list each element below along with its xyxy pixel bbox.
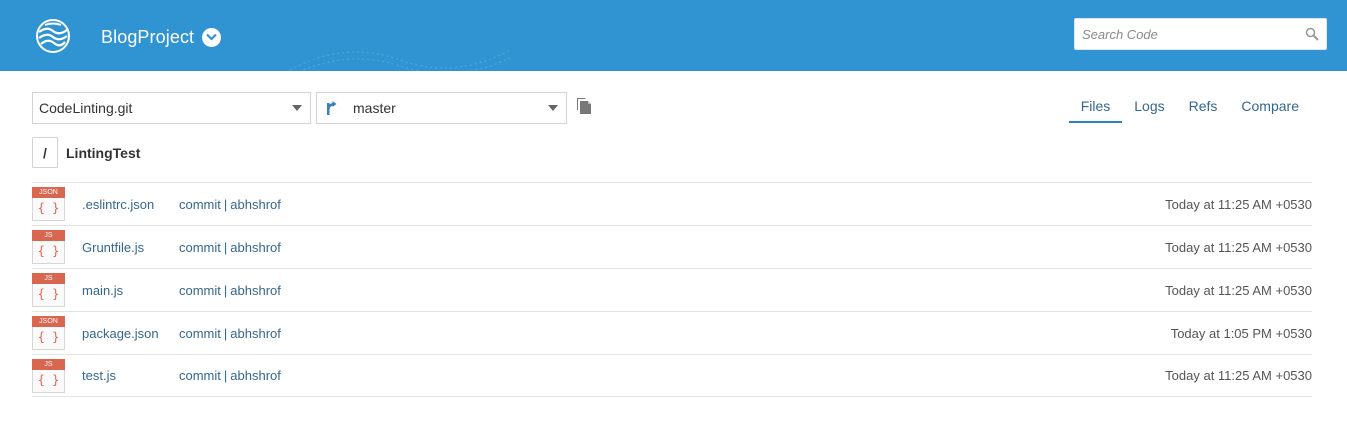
file-row: JSON { } package.json commit | abhshrof To… [32, 311, 1312, 354]
file-row: JS { } main.js commit | abhshrof Today at … [32, 268, 1312, 311]
author-link[interactable]: abhshrof [230, 326, 281, 341]
git-branch-icon [327, 101, 337, 115]
globe-logo-icon[interactable] [35, 18, 71, 54]
file-name-link[interactable]: test.js [82, 368, 116, 383]
branch-select[interactable]: master [316, 92, 567, 124]
file-row: JS { } Gruntfile.js commit | abhshrof Toda… [32, 225, 1312, 268]
breadcrumb-root[interactable]: / [32, 137, 58, 168]
file-name-link[interactable]: Gruntfile.js [82, 240, 144, 255]
commit-link[interactable]: commit [179, 197, 221, 212]
js-file-icon: JS { } [32, 273, 65, 307]
file-name-link[interactable]: package.json [82, 326, 159, 341]
commit-time: Today at 11:25 AM +0530 [1165, 196, 1312, 212]
search-box [1074, 18, 1327, 50]
project-switcher[interactable]: BlogProject [101, 23, 222, 51]
commit-time: Today at 11:25 AM +0530 [1165, 239, 1312, 255]
commit-info: commit | abhshrof [179, 368, 281, 383]
file-row: JS { } test.js commit | abhshrof Today at … [32, 354, 1312, 397]
commit-info: commit | abhshrof [179, 196, 281, 212]
tab-files[interactable]: Files [1068, 96, 1123, 123]
json-file-icon: JSON { } [32, 316, 65, 350]
commit-time: Today at 11:25 AM +0530 [1165, 368, 1312, 383]
js-file-icon: JS { } [32, 359, 65, 393]
search-code-input[interactable] [1075, 19, 1295, 49]
file-name-link[interactable]: .eslintrc.json [82, 197, 154, 212]
commit-link[interactable]: commit [179, 283, 221, 298]
caret-down-icon [548, 105, 558, 111]
commit-info: commit | abhshrof [179, 282, 281, 298]
author-link[interactable]: abhshrof [230, 197, 281, 212]
breadcrumb-folder: LintingTest [66, 144, 141, 161]
repository-value: CodeLinting.git [39, 100, 133, 116]
author-link[interactable]: abhshrof [230, 368, 281, 383]
file-list: JSON { } .eslintrc.json commit | abhshrof … [32, 182, 1312, 397]
breadcrumb: / LintingTest [32, 137, 140, 168]
tab-refs[interactable]: Refs [1177, 96, 1230, 123]
author-link[interactable]: abhshrof [230, 283, 281, 298]
js-file-icon: JS { } [32, 230, 65, 264]
json-file-icon: JSON { } [32, 187, 65, 221]
caret-down-icon [292, 105, 302, 111]
copy-icon[interactable] [576, 97, 592, 115]
commit-link[interactable]: commit [179, 240, 221, 255]
commit-link[interactable]: commit [179, 326, 221, 341]
commit-link[interactable]: commit [179, 368, 221, 383]
repository-select[interactable]: CodeLinting.git [32, 92, 311, 124]
view-tabs: Files Logs Refs Compare [1068, 96, 1311, 124]
branch-value: master [353, 100, 396, 116]
commit-info: commit | abhshrof [179, 239, 281, 255]
tab-compare[interactable]: Compare [1229, 96, 1311, 123]
magnifier-icon[interactable] [1305, 27, 1319, 41]
project-name: BlogProject [101, 26, 195, 47]
author-link[interactable]: abhshrof [230, 240, 281, 255]
file-name-link[interactable]: main.js [82, 283, 123, 298]
file-row: JSON { } .eslintrc.json commit | abhshrof … [32, 182, 1312, 225]
top-bar: BlogProject [0, 0, 1347, 71]
chevron-down-circle-icon[interactable] [202, 27, 222, 47]
commit-time: Today at 11:25 AM +0530 [1165, 282, 1312, 298]
header-decoration [290, 49, 510, 71]
tab-logs[interactable]: Logs [1122, 96, 1176, 123]
commit-time: Today at 1:05 PM +0530 [1170, 325, 1312, 341]
commit-info: commit | abhshrof [179, 325, 281, 341]
